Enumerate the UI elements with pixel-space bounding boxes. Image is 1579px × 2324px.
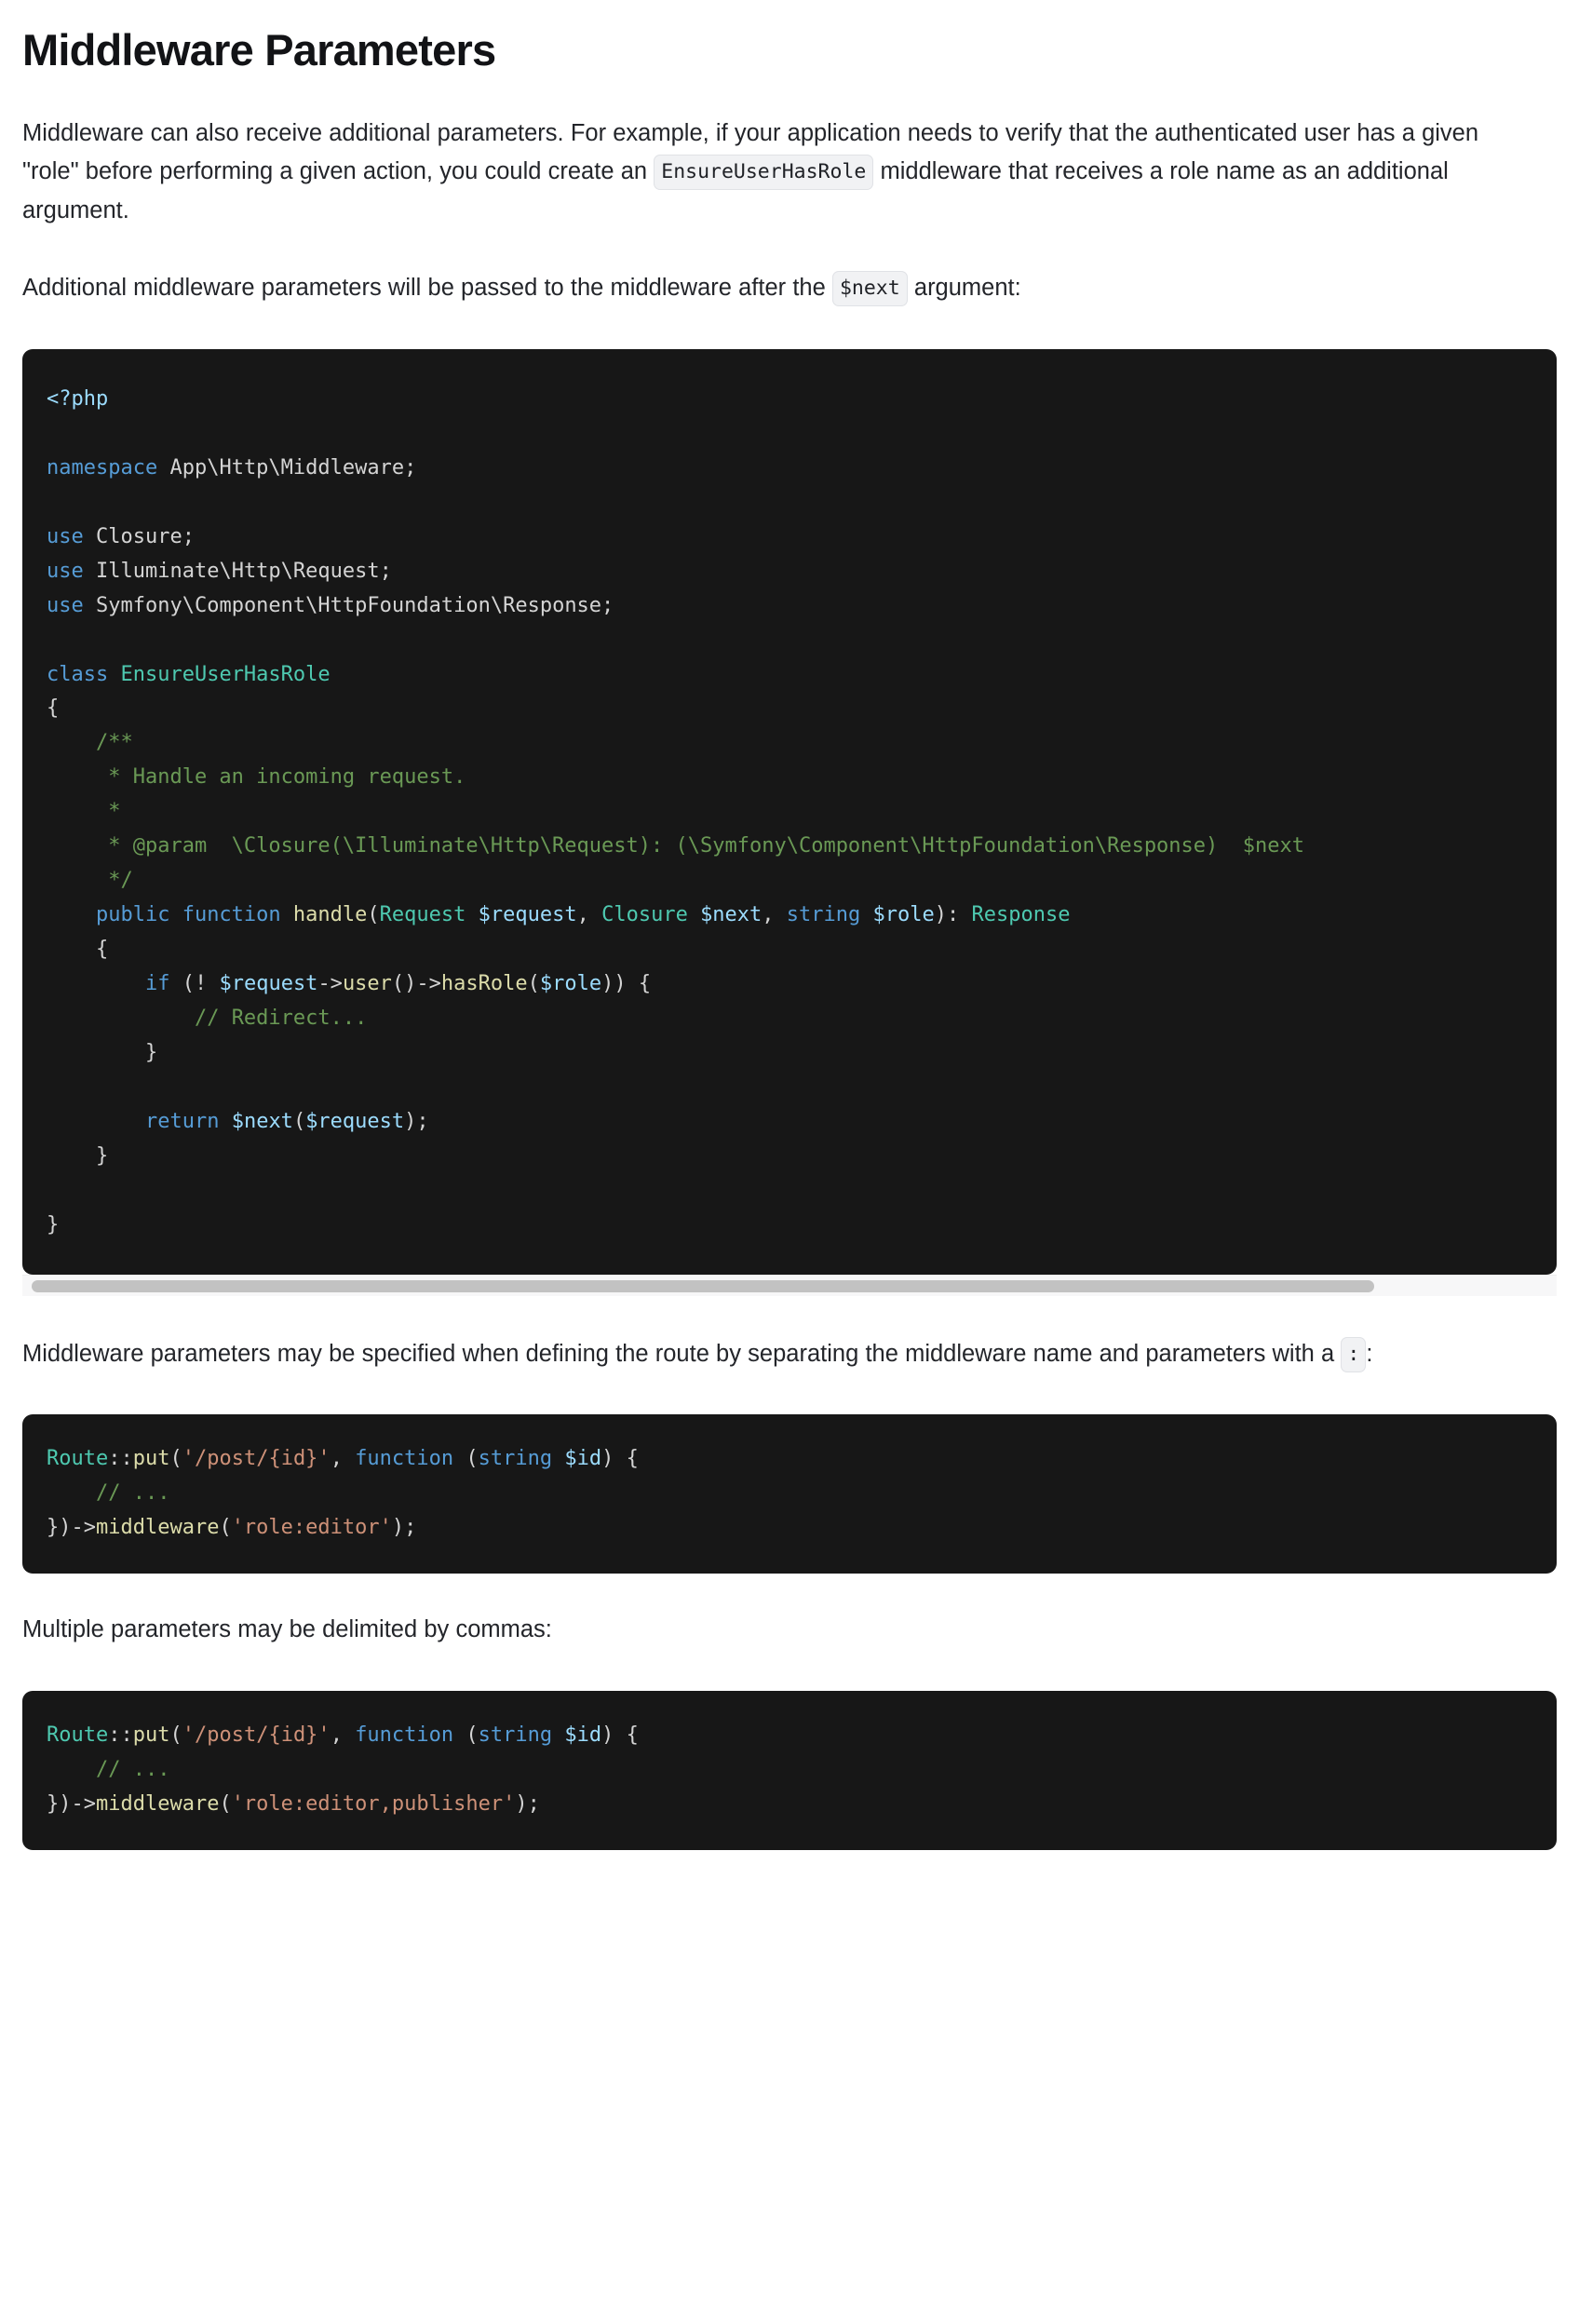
- third-text-part-2: :: [1366, 1340, 1373, 1367]
- code-block-middleware-class: <?php namespace App\Http\Middleware; use…: [22, 348, 1557, 1275]
- third-text-part-1: Middleware parameters may be specified w…: [22, 1340, 1342, 1367]
- inline-code-colon: :: [1341, 1336, 1367, 1372]
- second-text-part-2: argument:: [907, 275, 1021, 302]
- code-scroll-region[interactable]: Route::put('/post/{id}', function (strin…: [22, 1691, 1557, 1850]
- fourth-paragraph: Multiple parameters may be delimited by …: [22, 1616, 552, 1643]
- third-paragraph: Middleware parameters may be specified w…: [22, 1296, 1540, 1374]
- code-content-route-multiple-params: Route::put('/post/{id}', function (strin…: [47, 1723, 639, 1816]
- second-text-part-1: Additional middleware parameters will be…: [22, 275, 832, 302]
- code-block-middleware-class-wrapper: <?php namespace App\Http\Middleware; use…: [22, 348, 1557, 1296]
- inline-code-ensure-user-has-role: EnsureUserHasRole: [654, 155, 874, 191]
- code-scroll-region[interactable]: Route::put('/post/{id}', function (strin…: [22, 1414, 1557, 1574]
- code-block-route-single-param: Route::put('/post/{id}', function (strin…: [22, 1414, 1557, 1574]
- code-block-route-single-param-wrapper: Route::put('/post/{id}', function (strin…: [22, 1414, 1557, 1574]
- code-content-route-single-param: Route::put('/post/{id}', function (strin…: [47, 1447, 639, 1540]
- horizontal-scrollbar-thumb[interactable]: [32, 1279, 1374, 1292]
- documentation-page: Middleware Parameters Middleware can als…: [0, 0, 1579, 1850]
- page-title: Middleware Parameters: [22, 25, 496, 74]
- inline-code-next: $next: [831, 271, 908, 307]
- code-content-middleware-class: <?php namespace App\Http\Middleware; use…: [47, 386, 1305, 1236]
- code-block-route-multiple-params-wrapper: Route::put('/post/{id}', function (strin…: [22, 1690, 1557, 1850]
- intro-paragraph: Middleware can also receive additional p…: [22, 75, 1540, 231]
- code-block-route-multiple-params: Route::put('/post/{id}', function (strin…: [22, 1690, 1557, 1850]
- horizontal-scrollbar-track[interactable]: [22, 1274, 1557, 1296]
- code-scroll-region[interactable]: <?php namespace App\Http\Middleware; use…: [22, 349, 1557, 1275]
- second-paragraph: Additional middleware parameters will be…: [22, 230, 1540, 308]
